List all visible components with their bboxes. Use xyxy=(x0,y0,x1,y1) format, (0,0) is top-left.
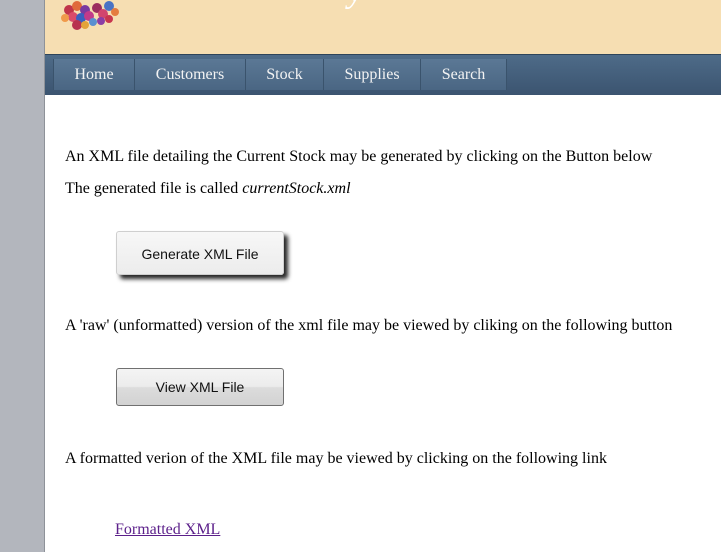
site-logo xyxy=(61,1,119,30)
formatted-xml-link[interactable]: Formatted XML xyxy=(115,520,220,540)
nav-item-stock[interactable]: Stock xyxy=(246,59,324,90)
nav-item-customers[interactable]: Customers xyxy=(135,59,246,90)
raw-version-text: A 'raw' (unformatted) version of the xml… xyxy=(65,317,673,334)
nav-item-supplies[interactable]: Supplies xyxy=(324,59,421,90)
main-navbar: Home Customers Stock Supplies Search xyxy=(45,54,721,95)
nav-item-search[interactable]: Search xyxy=(421,59,507,90)
generate-xml-button[interactable]: Generate XML File xyxy=(116,231,284,275)
filename-text: The generated file is called currentStoc… xyxy=(65,179,351,199)
site-banner: y xyxy=(45,0,721,54)
nav-strip: Home Customers Stock Supplies Search xyxy=(53,59,507,90)
filename-prefix: The generated file is called xyxy=(65,180,243,197)
banner-title-glyph: y xyxy=(348,0,363,10)
intro-text: An XML file detailing the Current Stock … xyxy=(65,148,653,165)
nav-item-home[interactable]: Home xyxy=(53,59,135,90)
view-xml-button[interactable]: View XML File xyxy=(116,368,284,406)
left-gutter xyxy=(0,0,44,552)
filename: currentStock.xml xyxy=(242,180,351,197)
formatted-version-text: A formatted verion of the XML file may b… xyxy=(65,450,607,467)
